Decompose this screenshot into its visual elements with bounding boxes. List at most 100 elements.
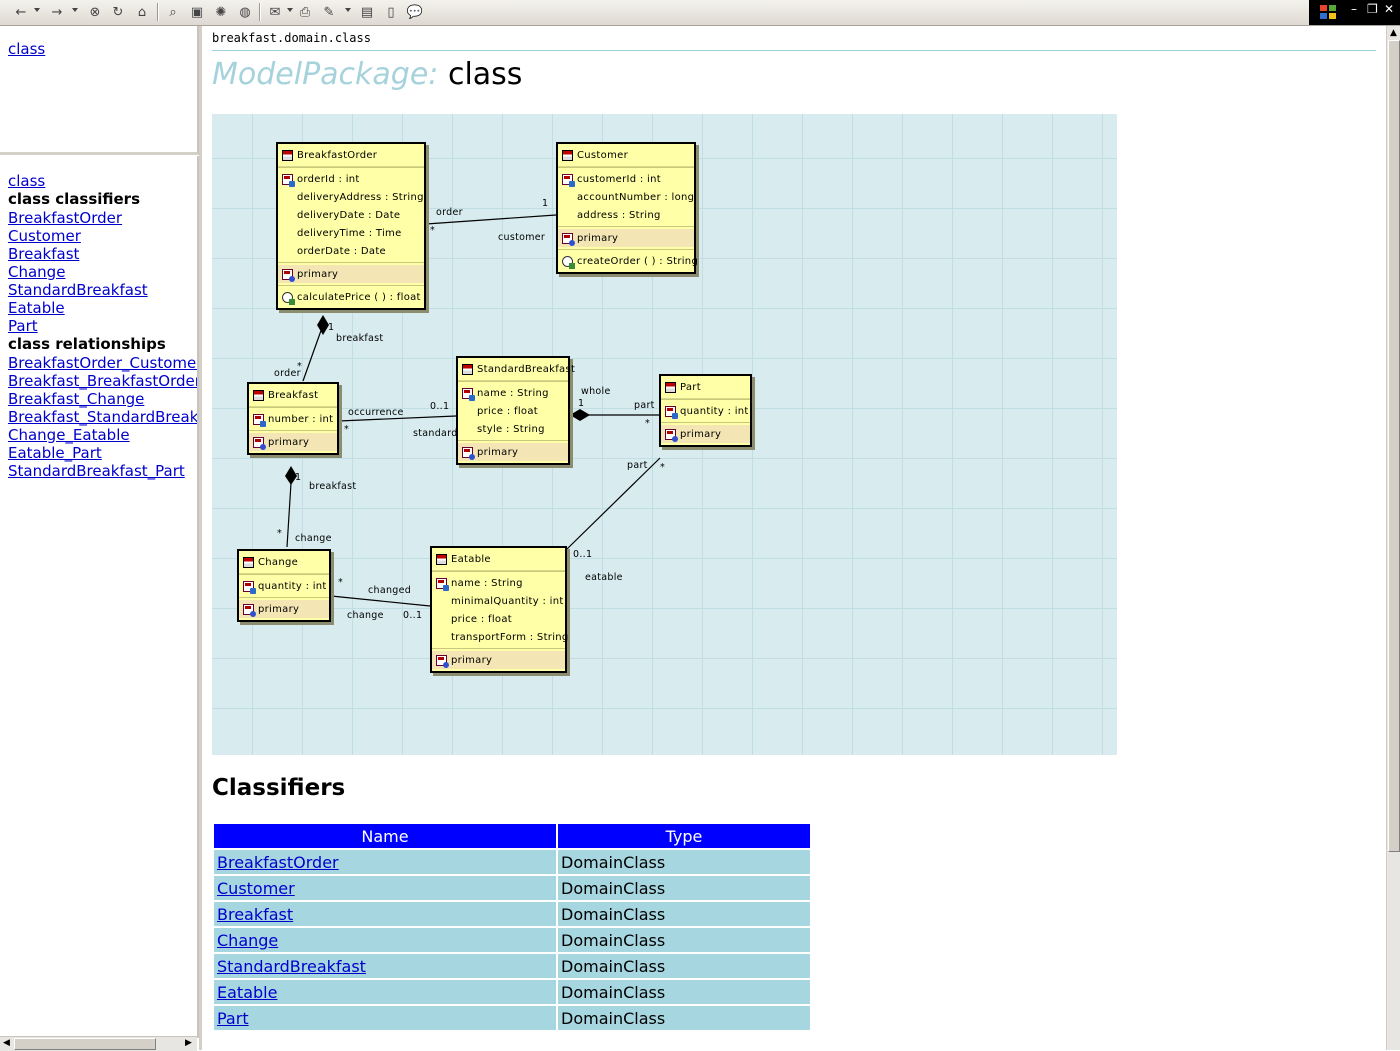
class-name: Customer <box>577 149 628 161</box>
attribute: name : String <box>451 577 523 589</box>
multiplicity-label: 0..1 <box>573 549 593 560</box>
nav-relationship-link[interactable]: Breakfast_Change <box>8 390 144 408</box>
role-label: change <box>347 610 384 621</box>
attribute: style : String <box>477 423 545 435</box>
uml-class-change[interactable]: Change quantity : int primary <box>237 549 331 622</box>
nav-relationship-link[interactable]: Breakfast_StandardBreakfast <box>8 408 197 426</box>
nav-relationship-link[interactable]: Breakfast_BreakfastOrder <box>8 372 197 390</box>
mail-icon[interactable]: ✉ <box>266 3 284 21</box>
history-icon[interactable]: ✺ <box>212 3 230 21</box>
attribute: deliveryAddress : String <box>297 191 424 203</box>
close-button[interactable]: ✕ <box>1384 2 1394 16</box>
multiplicity-label: * <box>660 462 666 473</box>
class-icon <box>436 553 447 565</box>
role-label: customer <box>498 232 546 243</box>
classifier-link[interactable]: StandardBreakfast <box>217 957 366 976</box>
primary-key-icon <box>243 603 256 617</box>
nav-relationship-link[interactable]: StandardBreakfast_Part <box>8 462 185 480</box>
media-icon[interactable]: ◍ <box>236 3 254 21</box>
primary-key-icon <box>436 654 449 668</box>
attribute: deliveryDate : Date <box>297 209 401 221</box>
package-link[interactable]: class <box>8 40 45 58</box>
association-breakfast-change <box>286 482 292 548</box>
classifier-link[interactable]: BreakfastOrder <box>217 853 339 872</box>
uml-class-eatable[interactable]: Eatable name : String minimalQuantity : … <box>430 546 568 673</box>
uml-class-breakfast[interactable]: Breakfast number : int primary <box>247 382 339 455</box>
classifier-link[interactable]: Customer <box>217 879 295 898</box>
classifier-link[interactable]: Part <box>217 1009 249 1028</box>
nav-classifier-link[interactable]: Breakfast <box>8 245 79 263</box>
class-name: BreakfastOrder <box>297 149 378 161</box>
column-header-type: Type <box>558 824 810 848</box>
nav-classifier-link[interactable]: Eatable <box>8 299 65 317</box>
nav-classifier-link[interactable]: Change <box>8 263 65 281</box>
favorites-icon[interactable]: ▣ <box>188 3 206 21</box>
edit-dropdown-icon[interactable] <box>345 8 351 12</box>
key-attribute-icon <box>243 580 256 594</box>
class-diagram: BreakfastOrder orderId : int deliveryAdd… <box>212 114 1117 755</box>
nav-classifier-link[interactable]: StandardBreakfast <box>8 281 148 299</box>
horizontal-scrollbar[interactable]: ◀ ▶ <box>0 1036 197 1051</box>
vertical-scroll-thumb[interactable] <box>1388 40 1400 852</box>
mail-dropdown-icon[interactable] <box>287 8 293 12</box>
multiplicity-label: * <box>338 577 344 588</box>
uml-class-breakfastorder[interactable]: BreakfastOrder orderId : int deliveryAdd… <box>276 142 426 310</box>
primary-key: primary <box>258 603 300 615</box>
uml-class-standardbreakfast[interactable]: StandardBreakfast name : String price : … <box>456 356 575 465</box>
home-icon[interactable]: ⌂ <box>133 3 151 21</box>
stop-icon[interactable]: ⊗ <box>86 3 104 21</box>
window-controls: – ❐ ✕ <box>1309 0 1400 25</box>
edit-icon[interactable]: ✎ <box>320 3 338 21</box>
classifier-link[interactable]: Breakfast <box>217 905 293 924</box>
nav-classifier-link[interactable]: Customer <box>8 227 81 245</box>
table-row: Customer DomainClass <box>214 876 810 900</box>
search-icon[interactable]: ⌕ <box>164 3 182 21</box>
main-content: breakfast.domain.class ModelPackage: cla… <box>202 26 1386 1050</box>
print-icon[interactable]: ⎙ <box>296 3 314 21</box>
scroll-right-icon[interactable]: ▶ <box>185 1038 192 1048</box>
primary-key: primary <box>477 446 519 458</box>
forward-arrow-icon[interactable]: → <box>48 3 66 21</box>
class-name: Breakfast <box>268 389 319 401</box>
primary-key-icon <box>562 232 575 246</box>
research-icon[interactable]: ▯ <box>382 3 400 21</box>
role-label: part <box>634 400 655 411</box>
scroll-left-icon[interactable]: ◀ <box>3 1038 10 1048</box>
class-icon <box>243 556 254 568</box>
multiplicity-label: 1 <box>578 398 585 409</box>
refresh-icon[interactable]: ↻ <box>109 3 127 21</box>
attribute: price : float <box>451 613 512 625</box>
package-path: breakfast.domain.class <box>212 31 371 45</box>
nav-relationship-link[interactable]: Eatable_Part <box>8 444 102 462</box>
discuss-icon[interactable]: ▤ <box>358 3 376 21</box>
key-attribute-icon <box>253 413 266 427</box>
operation: createOrder ( ) : String <box>577 255 699 267</box>
nav-classifier-link[interactable]: BreakfastOrder <box>8 209 122 227</box>
back-arrow-icon[interactable]: ← <box>12 3 30 21</box>
classifier-link[interactable]: Change <box>217 931 278 950</box>
restore-button[interactable]: ❐ <box>1367 2 1378 16</box>
messenger-icon[interactable]: 💬 <box>406 3 424 21</box>
attribute: minimalQuantity : int <box>451 595 564 607</box>
nav-relationship-link[interactable]: Change_Eatable <box>8 426 130 444</box>
windows-logo-icon <box>1320 5 1336 19</box>
nav-package-link[interactable]: class <box>8 172 45 190</box>
nav-relationship-link[interactable]: BreakfastOrder_Customer <box>8 354 197 372</box>
classifier-type: DomainClass <box>558 902 810 926</box>
scroll-up-icon[interactable]: ▲ <box>1390 28 1397 38</box>
multiplicity-label: * <box>430 225 436 236</box>
classifier-type: DomainClass <box>558 928 810 952</box>
back-dropdown-icon[interactable] <box>34 8 40 12</box>
role-label: part <box>627 460 648 471</box>
minimize-button[interactable]: – <box>1351 2 1357 16</box>
uml-class-part[interactable]: Part quantity : int primary <box>659 374 752 447</box>
uml-class-customer[interactable]: Customer customerId : int accountNumber … <box>556 142 699 274</box>
vertical-scrollbar[interactable]: ▲ <box>1386 26 1400 1050</box>
classifier-link[interactable]: Eatable <box>217 983 277 1002</box>
role-label: breakfast <box>336 333 384 344</box>
nav-classifier-link[interactable]: Part <box>8 317 38 335</box>
horizontal-scroll-thumb[interactable] <box>14 1038 156 1050</box>
forward-dropdown-icon[interactable] <box>72 8 78 12</box>
primary-key: primary <box>577 232 619 244</box>
relationships-heading: class relationships <box>8 335 166 353</box>
